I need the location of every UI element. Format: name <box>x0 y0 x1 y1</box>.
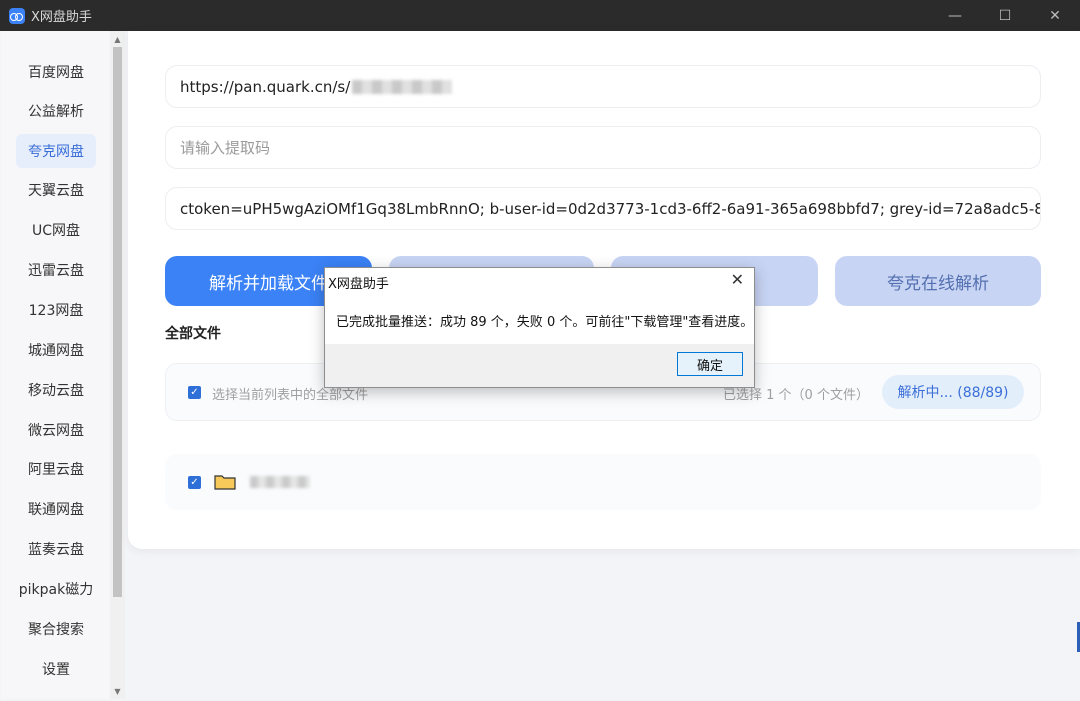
file-row[interactable]: ✓ <box>165 454 1041 510</box>
extract-code-input[interactable]: 请输入提取码 <box>165 126 1041 169</box>
sidebar-item-uc[interactable]: UC网盘 <box>16 213 96 247</box>
redacted-mask <box>352 79 453 94</box>
sidebar-item-pikpak[interactable]: pikpak磁力 <box>16 572 96 606</box>
sidebar-scrollbar[interactable]: ▲ ▼ <box>110 31 125 699</box>
dialog-message: 已完成批量推送：成功 89 个，失败 0 个。可前往"下载管理"查看进度。 <box>336 315 754 330</box>
sidebar-item-liantong[interactable]: 联通网盘 <box>16 492 96 526</box>
dialog-title: X网盘助手 <box>328 277 389 292</box>
folder-icon <box>214 475 236 490</box>
select-all-checkbox[interactable]: ✓ <box>188 386 201 399</box>
file-checkbox[interactable]: ✓ <box>188 476 201 489</box>
close-button[interactable]: ✕ <box>1030 0 1080 31</box>
window-controls: — ☐ ✕ <box>930 0 1080 31</box>
sidebar-item-123[interactable]: 123网盘 <box>16 293 96 327</box>
dialog-close-icon[interactable]: ✕ <box>731 270 744 289</box>
window-title: X网盘助手 <box>31 10 92 25</box>
sidebar-item-baidu[interactable]: 百度网盘 <box>16 55 96 89</box>
sidebar-item-lanzou[interactable]: 蓝奏云盘 <box>16 532 96 566</box>
scroll-up-icon[interactable]: ▲ <box>110 32 125 46</box>
dialog-footer: 确定 <box>325 344 754 387</box>
sidebar-item-settings[interactable]: 设置 <box>16 652 96 686</box>
ok-button[interactable]: 确定 <box>677 352 743 376</box>
sidebar-item-xunlei[interactable]: 迅雷云盘 <box>16 253 96 287</box>
minimize-button[interactable]: — <box>930 0 980 31</box>
sidebar: 百度网盘 公益解析 夸克网盘 天翼云盘 UC网盘 迅雷云盘 123网盘 城通网盘… <box>1 31 111 699</box>
redacted-file-name <box>250 476 310 488</box>
section-title: 全部文件 <box>165 326 221 342</box>
online-parse-button[interactable]: 夸克在线解析 <box>835 256 1041 306</box>
scroll-thumb[interactable] <box>113 47 122 597</box>
share-url-text: https://pan.quark.cn/s/ <box>180 77 351 96</box>
sidebar-item-mobile[interactable]: 移动云盘 <box>16 373 96 407</box>
scroll-down-icon[interactable]: ▼ <box>110 684 125 698</box>
sidebar-item-aliyun[interactable]: 阿里云盘 <box>16 452 96 486</box>
maximize-button[interactable]: ☐ <box>980 0 1030 31</box>
sidebar-item-search[interactable]: 聚合搜索 <box>16 612 96 646</box>
title-bar: X网盘助手 — ☐ ✕ <box>0 0 1080 31</box>
parse-status-button[interactable]: 解析中... (88/89) <box>882 375 1024 409</box>
sidebar-item-weiyun[interactable]: 微云网盘 <box>16 413 96 447</box>
share-url-input[interactable]: https://pan.quark.cn/s/ <box>165 65 1041 108</box>
sidebar-item-chengtong[interactable]: 城通网盘 <box>16 333 96 367</box>
message-dialog: X网盘助手 ✕ 已完成批量推送：成功 89 个，失败 0 个。可前往"下载管理"… <box>324 267 755 388</box>
cookie-input[interactable]: ctoken=uPH5wgAziOMf1Gq38LmbRnnO; b-user-… <box>165 187 1041 230</box>
sidebar-item-tianyi[interactable]: 天翼云盘 <box>16 173 96 207</box>
sidebar-item-public-parse[interactable]: 公益解析 <box>16 94 96 128</box>
app-logo-icon <box>9 7 25 24</box>
sidebar-item-quark[interactable]: 夸克网盘 <box>16 134 96 168</box>
